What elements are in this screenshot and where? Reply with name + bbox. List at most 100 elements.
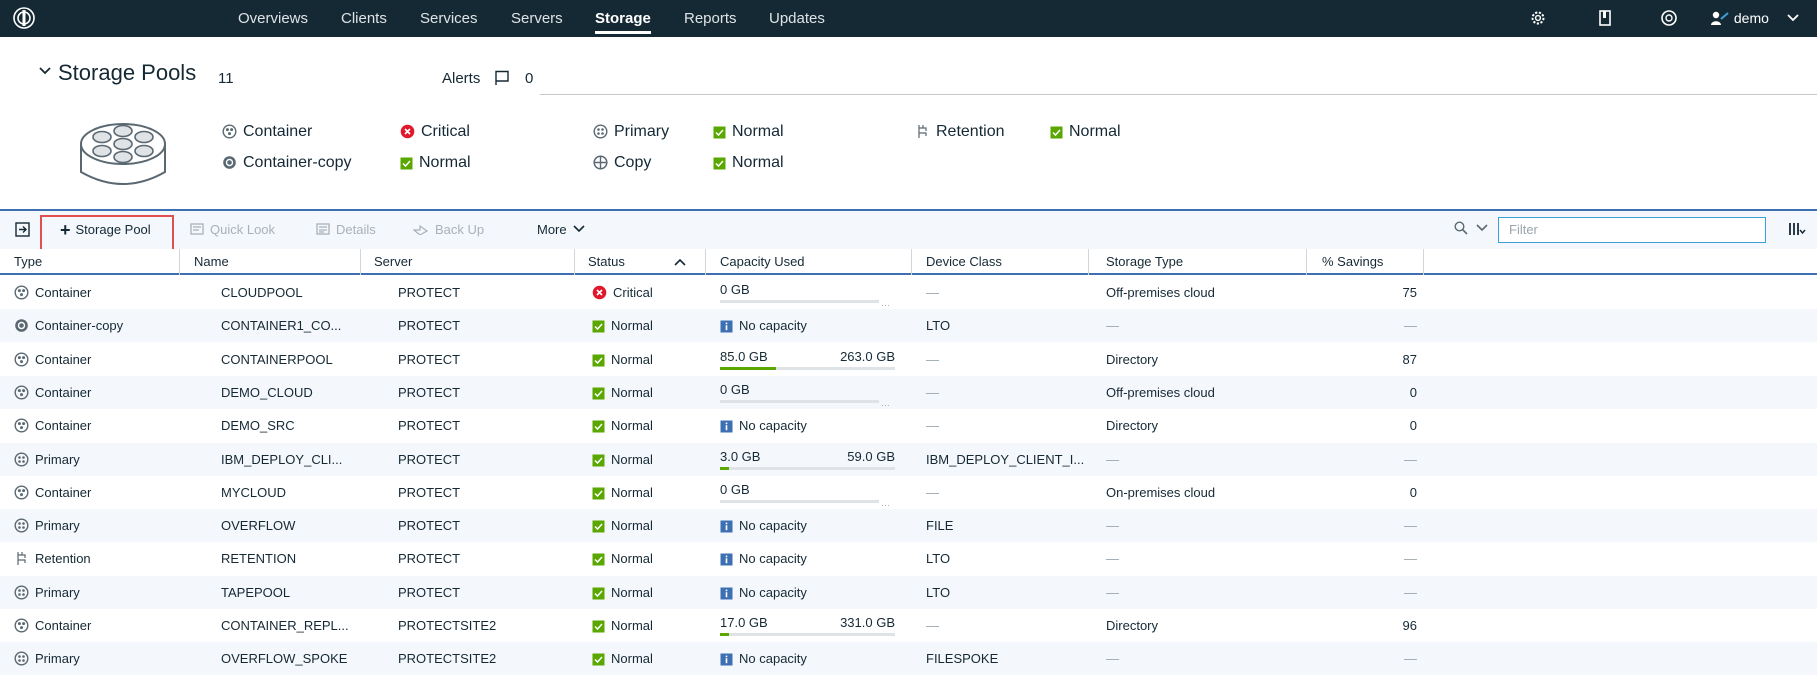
cell-capacity: No capacity: [720, 542, 915, 575]
server-label: PROTECT: [398, 418, 461, 434]
device-class-label: LTO: [926, 551, 951, 567]
table-row[interactable]: Primary OVERFLOW_SPOKE PROTECTSITE2 Normal N…: [0, 642, 1817, 676]
more-label: More: [537, 222, 567, 237]
app-logo-icon[interactable]: [12, 6, 36, 30]
nav-overviews[interactable]: Overviews: [238, 0, 308, 37]
nav-servers[interactable]: Servers: [511, 0, 563, 37]
back-up-label: Back Up: [435, 222, 485, 237]
details-button[interactable]: Details: [316, 221, 376, 239]
add-storage-pool-button[interactable]: + Storage Pool: [60, 221, 151, 239]
column-header-status[interactable]: Status: [588, 249, 686, 275]
table-row[interactable]: Container MYCLOUD PROTECT Normal 0 GB … — On-pr…: [0, 476, 1817, 509]
back-up-button[interactable]: Back Up: [412, 221, 485, 239]
summary-status-primary[interactable]: Normal: [713, 122, 784, 142]
summary-status-container-copy[interactable]: Normal: [400, 153, 471, 173]
column-header-storage-type[interactable]: Storage Type: [1106, 249, 1183, 275]
table-row[interactable]: Retention RETENTION PROTECT Normal No capaci…: [0, 542, 1817, 575]
cell-savings: 0: [1322, 376, 1417, 409]
capacity-more-icon: …: [881, 298, 891, 308]
table-row[interactable]: Container CONTAINER_REPL... PROTECTSITE2 No…: [0, 609, 1817, 642]
export-icon[interactable]: [14, 221, 32, 239]
summary-type-label: Container: [243, 123, 313, 140]
gear-icon[interactable]: [1529, 9, 1547, 27]
column-header-capacity-used[interactable]: Capacity Used: [720, 249, 805, 275]
cell-server: PROTECT: [398, 376, 460, 409]
column-divider[interactable]: [574, 249, 575, 275]
table-row[interactable]: Container-copy CONTAINER1_CO... PROTECT Nor…: [0, 309, 1817, 343]
globe-icon[interactable]: [1660, 9, 1678, 27]
retention-icon: [17, 552, 26, 566]
column-divider[interactable]: [705, 249, 706, 275]
cell-type: Container-copy: [14, 309, 123, 342]
summary-type-primary[interactable]: Primary: [593, 122, 669, 142]
device-class-label: —: [926, 418, 939, 434]
cell-device-class: —: [926, 343, 939, 376]
summary-status-copy[interactable]: Normal: [713, 153, 784, 173]
details-label: Details: [336, 222, 376, 237]
column-header-type[interactable]: Type: [14, 249, 42, 275]
cell-name: OVERFLOW: [221, 509, 295, 542]
storage-type-label: Off-premises cloud: [1106, 285, 1215, 300]
table-row[interactable]: Primary OVERFLOW PROTECT Normal No capacity F…: [0, 509, 1817, 543]
nav-services[interactable]: Services: [420, 0, 478, 37]
table-row[interactable]: Primary TAPEPOOL PROTECT Normal No capacity L…: [0, 575, 1817, 609]
summary-status-container[interactable]: Critical: [400, 122, 470, 142]
column-header-savings[interactable]: % Savings: [1322, 249, 1383, 275]
name-label: CONTAINERPOOL: [221, 351, 333, 367]
status-label: Normal: [611, 584, 653, 600]
summary-type-retention[interactable]: Retention: [915, 122, 1005, 142]
alerts-label[interactable]: Alerts: [442, 70, 480, 87]
more-menu[interactable]: More: [537, 221, 585, 239]
info-icon: [720, 653, 733, 666]
summary-status-retention[interactable]: Normal: [1050, 122, 1121, 142]
nav-updates[interactable]: Updates: [769, 0, 825, 37]
capacity-bar: [720, 300, 879, 303]
collapse-chevron-icon[interactable]: [38, 66, 52, 76]
summary-type-container[interactable]: Container: [222, 122, 312, 142]
server-label: PROTECT: [398, 285, 461, 300]
summary-status-label: Normal: [419, 154, 471, 171]
capacity-total-value: 263.0 GB: [840, 348, 895, 364]
column-divider[interactable]: [1088, 249, 1089, 275]
column-divider[interactable]: [911, 249, 912, 275]
table-row[interactable]: Container CLOUDPOOL PROTECT Critical 0 GB … — O…: [0, 276, 1817, 309]
summary-status-label: Critical: [421, 123, 470, 140]
column-header-name[interactable]: Name: [194, 249, 229, 275]
table-row[interactable]: Container DEMO_SRC PROTECT Normal No capacit…: [0, 409, 1817, 442]
table-row[interactable]: Container DEMO_CLOUD PROTECT Normal 0 GB … — Of…: [0, 375, 1817, 409]
nav-storage[interactable]: Storage: [595, 0, 651, 37]
table-row[interactable]: Primary IBM_DEPLOY_CLI... PROTECT Normal 3.0…: [0, 442, 1817, 476]
filter-input[interactable]: Filter: [1498, 217, 1766, 243]
device-class-label: LTO: [926, 584, 951, 600]
user-menu[interactable]: demo: [1710, 0, 1799, 37]
status-label: Critical: [613, 285, 653, 300]
column-divider[interactable]: [1423, 249, 1424, 275]
cell-storage-type: Directory: [1106, 609, 1158, 642]
quick-look-button[interactable]: Quick Look: [190, 221, 275, 239]
container-icon: [14, 485, 29, 500]
column-header-device-class[interactable]: Device Class: [926, 249, 1002, 275]
server-label: PROTECT: [398, 584, 461, 600]
cell-status: Normal: [592, 443, 653, 476]
column-settings-icon[interactable]: [1788, 221, 1806, 237]
search-scope-dropdown[interactable]: [1454, 221, 1488, 238]
cell-storage-type: Directory: [1106, 343, 1158, 376]
cell-status: Normal: [592, 642, 653, 675]
savings-label: —: [1404, 451, 1417, 467]
column-divider[interactable]: [360, 249, 361, 275]
nav-reports[interactable]: Reports: [684, 0, 737, 37]
sort-ascending-icon[interactable]: [674, 258, 686, 266]
flag-icon[interactable]: [494, 70, 510, 86]
cell-capacity: No capacity: [720, 509, 915, 542]
summary-type-copy[interactable]: Copy: [593, 153, 651, 173]
column-divider[interactable]: [179, 249, 180, 275]
column-header-server[interactable]: Server: [374, 249, 412, 275]
book-icon[interactable]: [1596, 9, 1614, 27]
summary-type-label: Primary: [614, 123, 670, 140]
summary-type-container-copy[interactable]: Container-copy: [222, 153, 352, 173]
table-row[interactable]: Container CONTAINERPOOL PROTECT Normal 85.0 …: [0, 343, 1817, 376]
column-divider[interactable]: [1306, 249, 1307, 275]
nav-clients[interactable]: Clients: [341, 0, 387, 37]
cell-name: CLOUDPOOL: [221, 276, 303, 309]
savings-label: 0: [1409, 484, 1417, 500]
